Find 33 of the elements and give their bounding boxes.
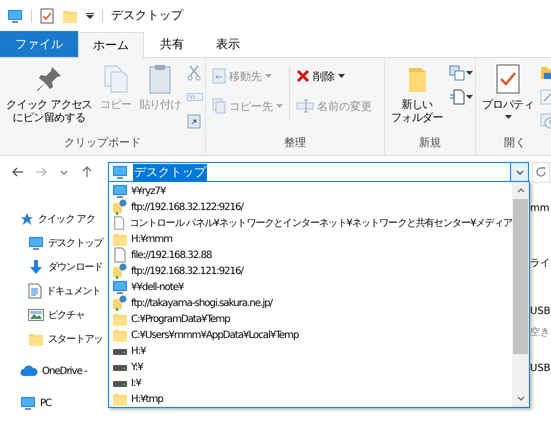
history-path: H:¥mmm [131, 234, 172, 244]
history-path: コントロール パネル¥ネットワークとインターネット¥ネットワークと共有センター¥メディア [129, 216, 512, 230]
nav-label: PC [40, 398, 52, 408]
nav-label: クイック アク [38, 213, 95, 226]
window-title: デスクトップ [111, 7, 183, 24]
history-path: ftp://192.168.32.122:9216/ [131, 202, 244, 212]
history-path: C:¥ProgramData¥Temp [131, 314, 230, 324]
history-path: ftp://192.168.32.121:9216/ [131, 266, 244, 276]
history-path: ¥¥ryz7¥ [131, 186, 166, 196]
nav-label: ダウンロード [48, 261, 103, 274]
nav-label: スタートアッ [48, 333, 103, 346]
history-path: ¥¥dell-note¥ [131, 282, 184, 292]
content-text: ライ [530, 257, 551, 270]
content-text: 空き [530, 326, 551, 339]
group-label: クリップボード [64, 135, 141, 151]
history-path: H:¥tmp [131, 394, 163, 404]
history-path: I:¥ [131, 378, 141, 388]
history-path: H:¥ [131, 346, 146, 356]
group-label: 整理 [284, 135, 306, 151]
group-label: 開く [504, 135, 526, 151]
address-text: デスクトップ [133, 164, 207, 180]
history-path: C:¥Users¥mmm¥AppData¥Local¥Temp [131, 330, 298, 340]
nav-label: デスクトップ [48, 236, 103, 250]
history-path: Y:¥ [131, 362, 143, 372]
nav-label: ドキュメント [46, 285, 101, 298]
content-text: USB [530, 306, 551, 317]
nav-label: ピクチャ [48, 309, 84, 322]
content-text: mm [530, 203, 550, 214]
group-label: 新規 [419, 135, 441, 151]
history-path: ftp://takayama-shogi.sakura.ne.jp/ [131, 298, 272, 308]
history-path: file://192.168.32.88 [131, 250, 212, 260]
nav-label: OneDrive - [42, 366, 87, 376]
content-text: USB [530, 363, 551, 374]
